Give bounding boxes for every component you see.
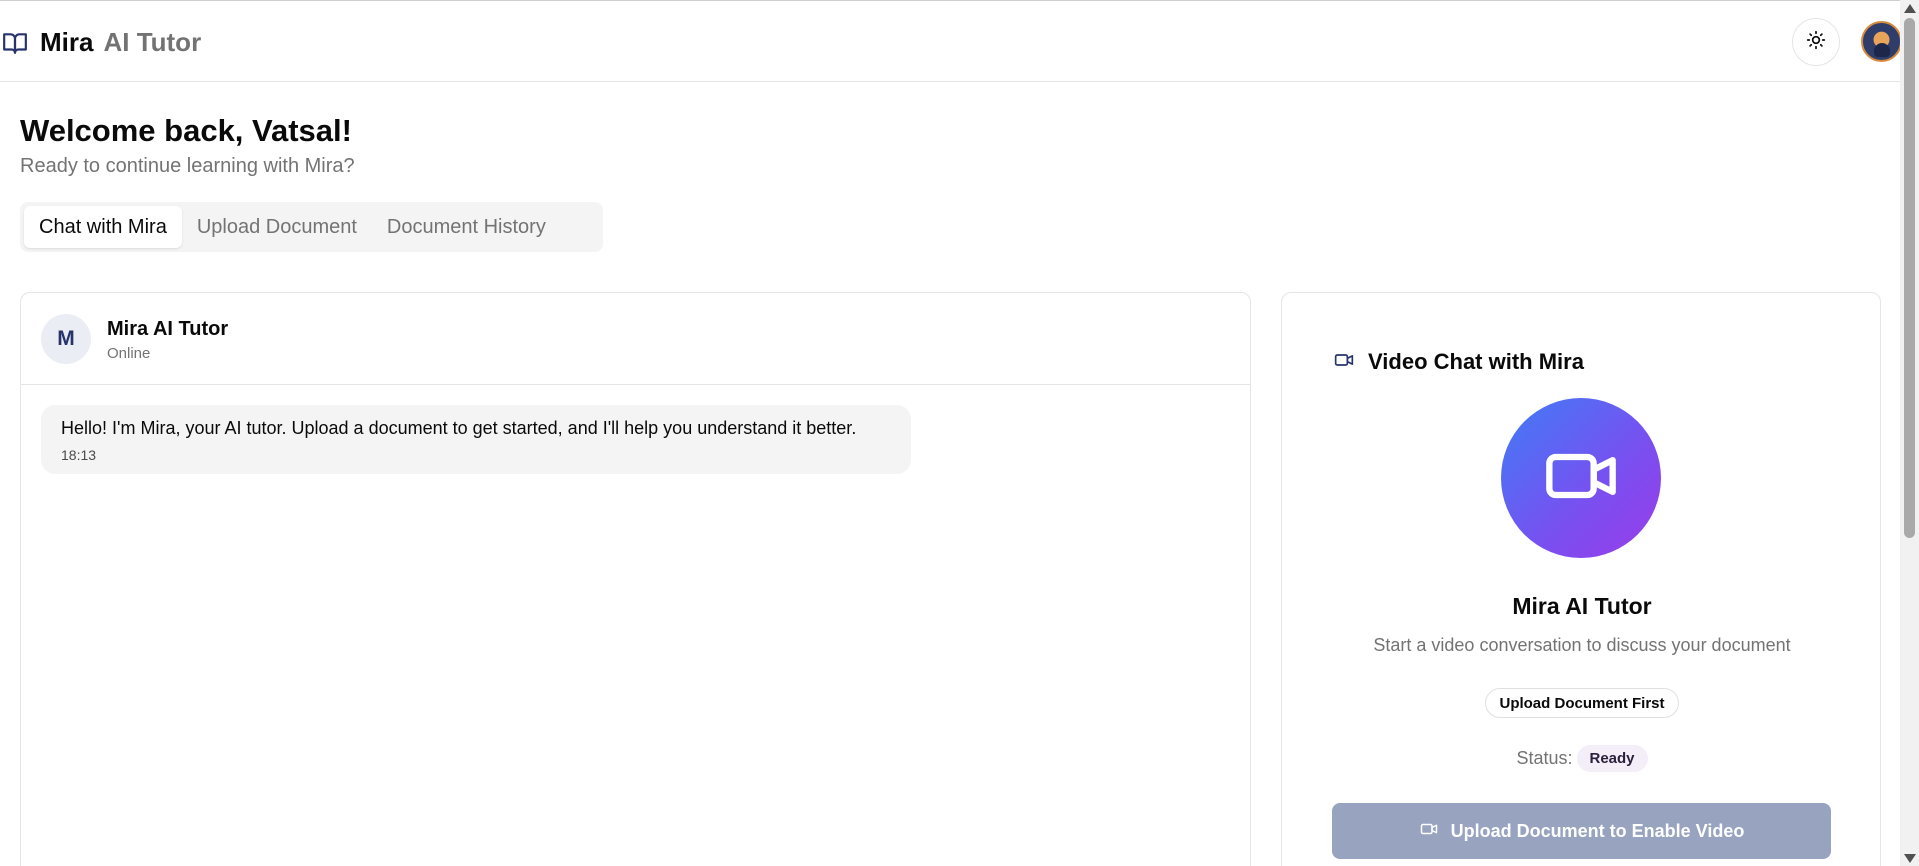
- video-camera-icon: [1332, 350, 1356, 375]
- brand-subtitle: AI Tutor: [103, 27, 202, 57]
- brand[interactable]: Mira AI Tutor: [0, 27, 201, 58]
- tab-document-history[interactable]: Document History: [372, 206, 561, 248]
- video-status: Status: Ready: [1282, 745, 1882, 772]
- video-chat-panel: Video Chat with Mira Mira AI Tutor Start…: [1281, 292, 1881, 866]
- video-avatar-circle: [1501, 398, 1661, 558]
- page-scrollbar[interactable]: [1900, 0, 1919, 866]
- open-book-icon: [0, 28, 30, 58]
- sun-icon: [1806, 30, 1826, 55]
- tab-list: Chat with Mira Upload Document Document …: [20, 202, 603, 252]
- scroll-up-arrow-icon[interactable]: [1904, 4, 1916, 13]
- tutor-name: Mira AI Tutor: [107, 318, 229, 340]
- page-title: Welcome back, Vatsal!: [20, 113, 352, 148]
- video-chat-heading: Video Chat with Mira: [1332, 349, 1584, 375]
- chat-panel: M Mira AI Tutor Online Hello! I'm Mira, …: [20, 292, 1251, 866]
- tab-upload-document[interactable]: Upload Document: [182, 206, 372, 248]
- top-navigation-bar: Mira AI Tutor: [0, 0, 1902, 82]
- chat-header: M Mira AI Tutor Online: [21, 293, 1250, 385]
- tutor-avatar: M: [41, 314, 91, 364]
- page-subtitle: Ready to continue learning with Mira?: [20, 155, 355, 177]
- message-text: Hello! I'm Mira, your AI tutor. Upload a…: [61, 418, 857, 438]
- brand-name: Mira: [40, 27, 94, 57]
- scrollbar-thumb[interactable]: [1904, 18, 1915, 538]
- message-timestamp: 18:13: [61, 447, 97, 463]
- enable-video-button-label: Upload Document to Enable Video: [1450, 820, 1745, 841]
- tab-chat-with-mira[interactable]: Chat with Mira: [24, 206, 182, 248]
- scroll-down-arrow-icon[interactable]: [1904, 854, 1916, 863]
- status-badge: Ready: [1576, 745, 1648, 772]
- video-description: Start a video conversation to discuss yo…: [1373, 635, 1791, 655]
- upload-first-badge: Upload Document First: [1485, 688, 1679, 718]
- enable-video-button[interactable]: Upload Document to Enable Video: [1332, 803, 1831, 859]
- video-chat-title: Video Chat with Mira: [1368, 349, 1584, 374]
- video-camera-icon: [1419, 820, 1439, 843]
- video-tutor-name: Mira AI Tutor: [1512, 593, 1652, 619]
- video-camera-icon: [1543, 438, 1619, 519]
- status-label: Status:: [1516, 748, 1573, 768]
- theme-toggle-button[interactable]: [1792, 18, 1840, 66]
- user-avatar[interactable]: [1861, 21, 1902, 62]
- chat-message: Hello! I'm Mira, your AI tutor. Upload a…: [41, 405, 911, 474]
- tutor-status: Online: [107, 345, 151, 362]
